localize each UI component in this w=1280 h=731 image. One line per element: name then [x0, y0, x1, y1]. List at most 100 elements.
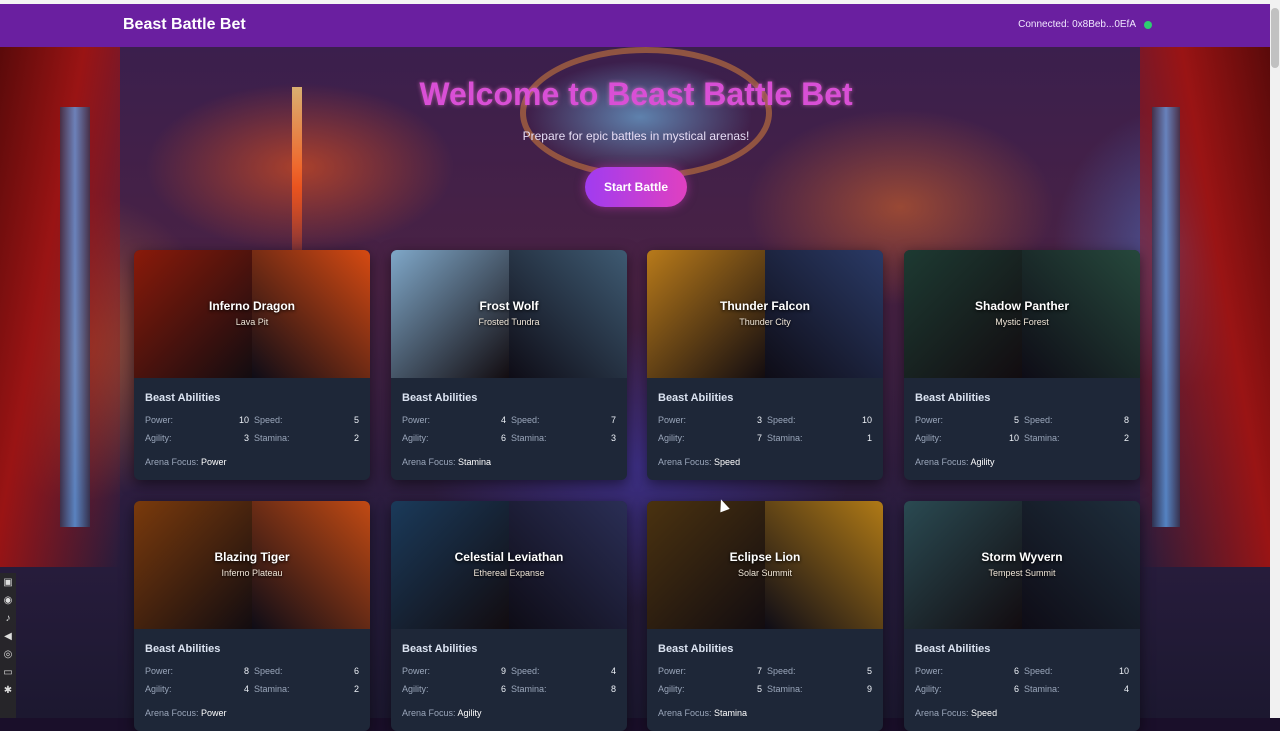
beast-card[interactable]: Frost Wolf Frosted Tundra Beast Abilitie…	[391, 250, 627, 480]
beast-abilities: Beast Abilities Power: 7 Speed: 5 Agilit…	[647, 629, 883, 731]
arena-focus-label: Arena Focus:	[658, 708, 712, 718]
beast-name: Eclipse Lion	[729, 550, 801, 564]
beast-card[interactable]: Storm Wyvern Tempest Summit Beast Abilit…	[904, 501, 1140, 731]
wallet-status[interactable]: Connected: 0x8Beb...0EfA	[1018, 19, 1136, 30]
agility-label: Agility:	[145, 433, 172, 443]
beast-arena: Ethereal Expanse	[473, 568, 545, 578]
beast-card[interactable]: Shadow Panther Mystic Forest Beast Abili…	[904, 250, 1140, 480]
brand-logo[interactable]: Beast Battle Bet	[123, 16, 246, 34]
settings-icon[interactable]: ✱	[0, 683, 16, 699]
beast-abilities: Beast Abilities Power: 9 Speed: 4 Agilit…	[391, 629, 627, 731]
agility-value: 6	[1013, 684, 1019, 694]
beast-image: Storm Wyvern Tempest Summit	[904, 501, 1140, 629]
speed-value: 4	[610, 666, 616, 676]
pillar-left	[60, 107, 90, 527]
abilities-title: Beast Abilities	[915, 392, 991, 404]
beast-name: Celestial Leviathan	[454, 550, 564, 564]
power-value: 4	[500, 415, 506, 425]
abilities-title: Beast Abilities	[402, 392, 478, 404]
beast-caption: Celestial Leviathan Ethereal Expanse	[391, 550, 627, 578]
speed-label: Speed:	[511, 666, 540, 676]
beast-abilities: Beast Abilities Power: 5 Speed: 8 Agilit…	[904, 378, 1140, 480]
beast-caption: Inferno Dragon Lava Pit	[134, 299, 370, 327]
beast-name: Frost Wolf	[479, 299, 539, 313]
start-battle-button[interactable]: Start Battle	[585, 167, 687, 207]
stamina-label: Stamina:	[511, 684, 547, 694]
abilities-title: Beast Abilities	[915, 643, 991, 655]
power-value: 3	[756, 415, 762, 425]
arena-focus-value: Stamina	[458, 457, 492, 467]
beast-arena: Tempest Summit	[988, 568, 1056, 578]
power-label: Power:	[402, 415, 431, 425]
agility-label: Agility:	[402, 684, 429, 694]
arena-focus: Arena Focus: Stamina	[402, 457, 491, 467]
power-value: 6	[1013, 666, 1019, 676]
power-label: Power:	[658, 415, 687, 425]
stamina-label: Stamina:	[1024, 433, 1060, 443]
speed-value: 10	[1118, 666, 1129, 676]
stamina-value: 4	[1123, 684, 1129, 694]
abilities-title: Beast Abilities	[658, 392, 734, 404]
arena-focus-label: Arena Focus:	[145, 708, 199, 718]
stamina-value: 2	[353, 684, 359, 694]
agility-label: Agility:	[658, 684, 685, 694]
hero-subtitle: Prepare for epic battles in mystical are…	[522, 129, 750, 143]
speed-label: Speed:	[1024, 666, 1053, 676]
abilities-title: Beast Abilities	[145, 392, 221, 404]
stamina-label: Stamina:	[767, 433, 803, 443]
stamina-value: 1	[866, 433, 872, 443]
beast-card[interactable]: Thunder Falcon Thunder City Beast Abilit…	[647, 250, 883, 480]
beast-image: Frost Wolf Frosted Tundra	[391, 250, 627, 378]
stamina-value: 3	[610, 433, 616, 443]
beast-arena: Solar Summit	[737, 568, 792, 578]
power-label: Power:	[915, 666, 944, 676]
beast-abilities: Beast Abilities Power: 6 Speed: 10 Agili…	[904, 629, 1140, 731]
scrollbar[interactable]	[1270, 0, 1280, 718]
target-icon[interactable]: ◎	[0, 647, 16, 663]
recorder-toolbar: ▣ ◉ ♪ ◀ ◎ ▭ ✱	[0, 573, 16, 718]
navbar: Beast Battle Bet Connected: 0x8Beb...0Ef…	[0, 4, 1270, 47]
arena-focus-value: Speed	[714, 457, 741, 467]
power-label: Power:	[402, 666, 431, 676]
beast-arena: Thunder City	[739, 317, 791, 327]
arena-focus: Arena Focus: Speed	[658, 457, 740, 467]
beast-caption: Eclipse Lion Solar Summit	[647, 550, 883, 578]
arena-focus-label: Arena Focus:	[915, 457, 969, 467]
camera-icon[interactable]: ▣	[0, 575, 16, 591]
speaker-icon[interactable]: ◀	[0, 629, 16, 645]
speed-value: 5	[353, 415, 359, 425]
stamina-label: Stamina:	[254, 433, 290, 443]
power-label: Power:	[145, 666, 174, 676]
beast-card[interactable]: Inferno Dragon Lava Pit Beast Abilities …	[134, 250, 370, 480]
mic-icon[interactable]: ♪	[0, 611, 16, 627]
beast-card[interactable]: Celestial Leviathan Ethereal Expanse Bea…	[391, 501, 627, 731]
arena-focus-label: Arena Focus:	[915, 708, 969, 718]
screen-icon[interactable]: ▭	[0, 665, 16, 681]
arena-focus: Arena Focus: Power	[145, 457, 227, 467]
speed-value: 7	[610, 415, 616, 425]
abilities-title: Beast Abilities	[658, 643, 734, 655]
beast-image: Celestial Leviathan Ethereal Expanse	[391, 501, 627, 629]
beast-abilities: Beast Abilities Power: 8 Speed: 6 Agilit…	[134, 629, 370, 731]
beast-name: Thunder Falcon	[720, 299, 810, 313]
agility-label: Agility:	[915, 684, 942, 694]
hero-title: Welcome to Beast Battle Bet	[419, 76, 853, 112]
arena-focus-value: Speed	[971, 708, 998, 718]
portal-ring	[520, 47, 772, 179]
speed-value: 6	[353, 666, 359, 676]
scrollbar-thumb[interactable]	[1271, 8, 1279, 68]
speed-value: 8	[1123, 415, 1129, 425]
beast-card[interactable]: Blazing Tiger Inferno Plateau Beast Abil…	[134, 501, 370, 731]
beast-name: Shadow Panther	[974, 299, 1069, 313]
record-icon[interactable]: ◉	[0, 593, 16, 609]
abilities-title: Beast Abilities	[145, 643, 221, 655]
agility-value: 6	[500, 684, 506, 694]
beast-caption: Shadow Panther Mystic Forest	[904, 299, 1140, 327]
power-label: Power:	[658, 666, 687, 676]
stamina-label: Stamina:	[511, 433, 547, 443]
agility-value: 10	[1008, 433, 1019, 443]
beast-image: Inferno Dragon Lava Pit	[134, 250, 370, 378]
beast-card[interactable]: Eclipse Lion Solar Summit Beast Abilitie…	[647, 501, 883, 731]
stamina-label: Stamina:	[767, 684, 803, 694]
stamina-label: Stamina:	[254, 684, 290, 694]
